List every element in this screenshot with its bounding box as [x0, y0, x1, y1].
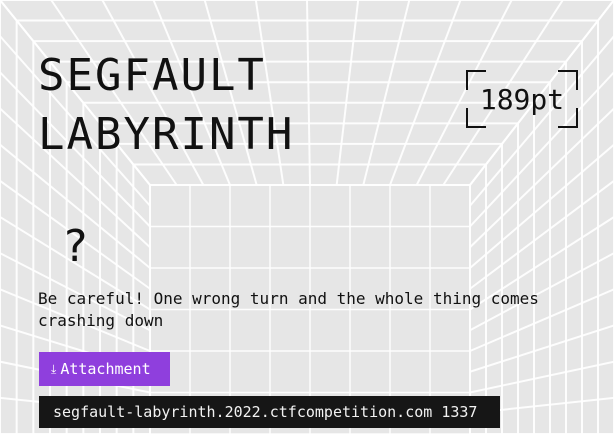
points-bracket-top-right: [558, 70, 578, 90]
challenge-title-line-1: SEGFAULT: [38, 50, 266, 101]
points-bracket-bottom-left: [466, 108, 486, 128]
category-icon: ?: [62, 221, 89, 272]
connection-string[interactable]: segfault-labyrinth.2022.ctfcompetition.c…: [39, 396, 500, 428]
challenge-card: SEGFAULT LABYRINTH 189pt ? Be careful! O…: [0, 0, 614, 434]
points-bracket-top-left: [466, 70, 486, 90]
challenge-title: SEGFAULT LABYRINTH: [38, 46, 294, 164]
attachment-label: Attachment: [60, 360, 151, 378]
download-icon: ⤓: [51, 361, 57, 376]
points-value: 189pt: [479, 82, 565, 116]
points-bracket-bottom-right: [558, 108, 578, 128]
challenge-description: Be careful! One wrong turn and the whole…: [38, 289, 539, 330]
attachment-button[interactable]: ⤓ Attachment: [39, 352, 170, 386]
points-badge: 189pt: [466, 70, 578, 128]
challenge-title-line-2: LABYRINTH: [38, 109, 295, 160]
